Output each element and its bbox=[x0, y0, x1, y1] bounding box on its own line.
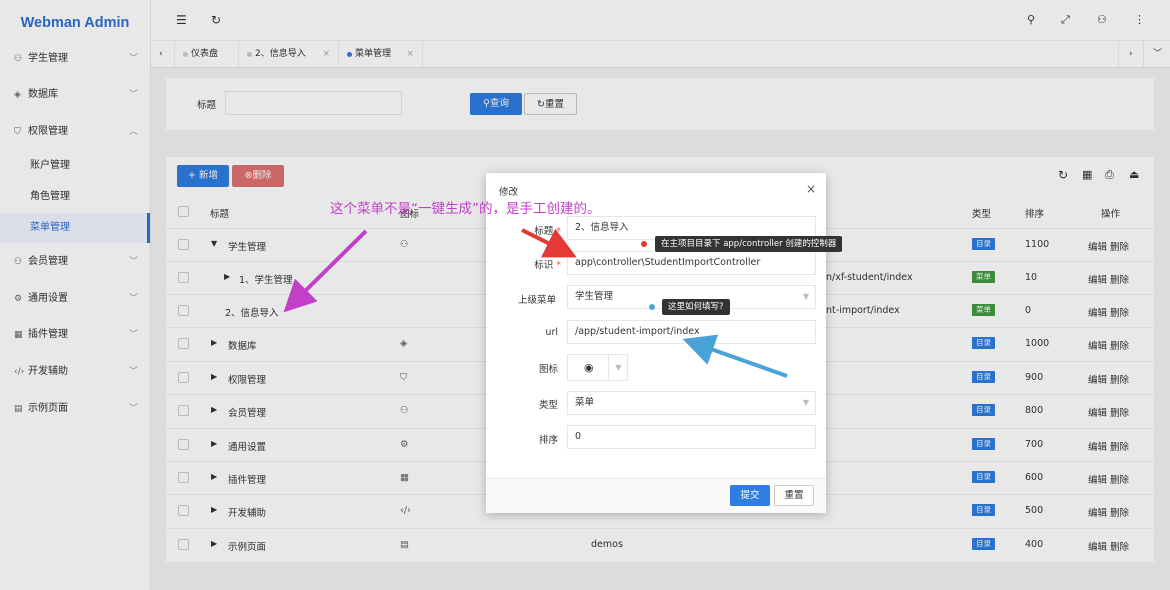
arrow-red bbox=[521, 228, 577, 258]
arrow-blue bbox=[682, 334, 788, 378]
annotation-arrows bbox=[283, 228, 788, 378]
arrow-purple bbox=[283, 229, 368, 313]
